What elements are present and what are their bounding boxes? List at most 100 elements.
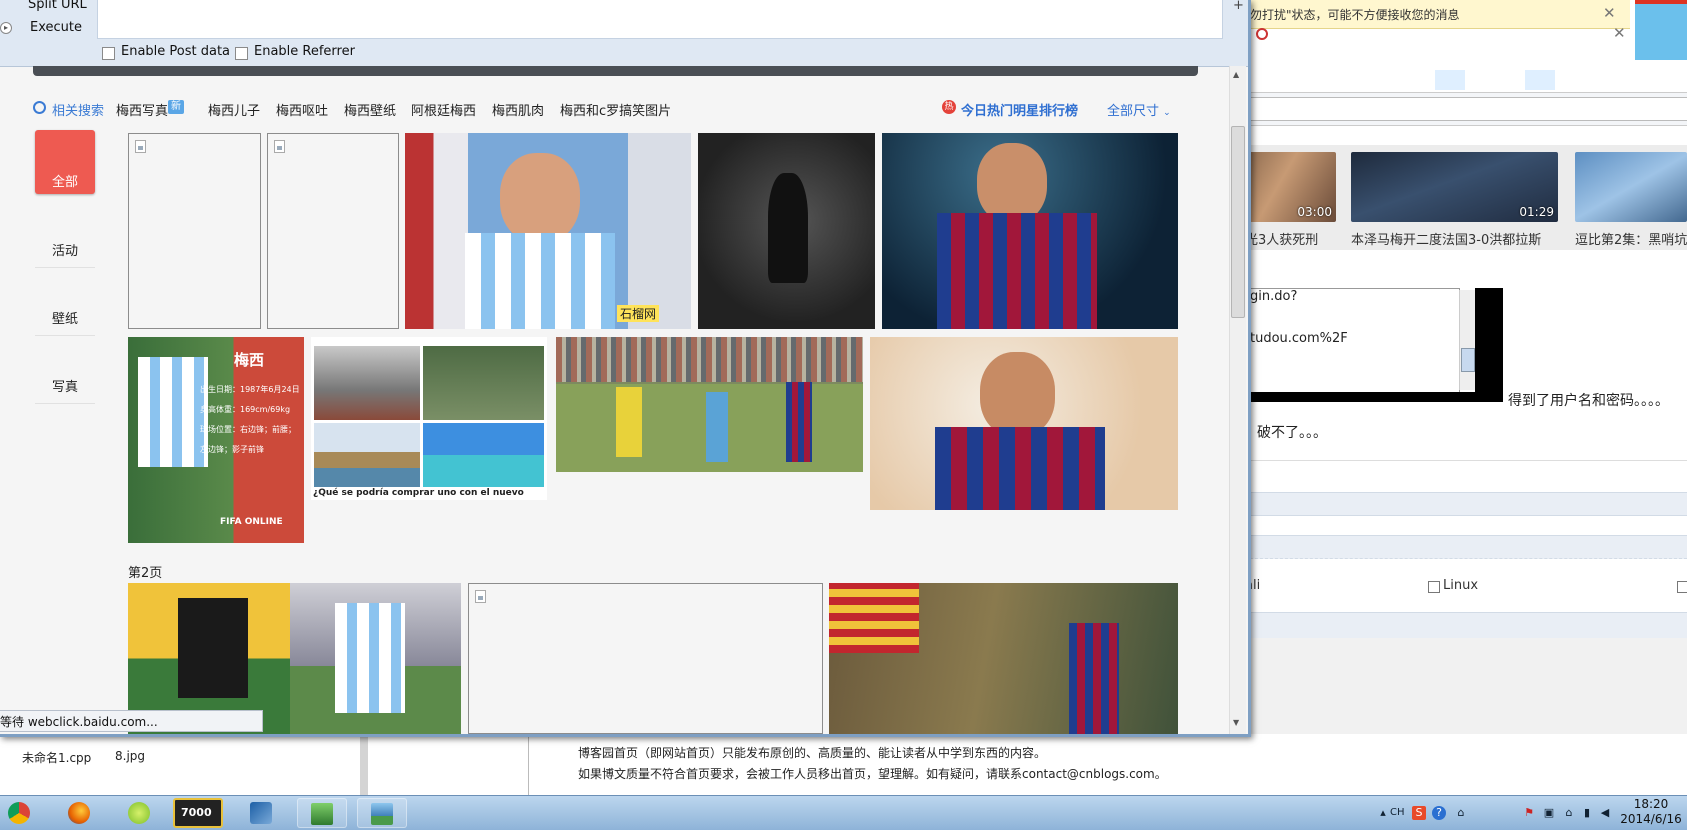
player-shape	[786, 382, 812, 462]
taskbar-monitor[interactable]	[297, 798, 347, 828]
related-link[interactable]: 梅西和c罗搞笑图片	[560, 100, 671, 119]
category-item[interactable]: 活动	[35, 240, 95, 268]
tray-device-icon[interactable]: ▣	[1542, 806, 1556, 820]
enable-post-checkbox[interactable]	[102, 47, 115, 60]
option-checkbox[interactable]	[1677, 581, 1687, 593]
video-thumbnail[interactable]: 03:00	[1245, 152, 1336, 222]
size-filter-dropdown[interactable]: 全部尺寸 ⌄	[1107, 100, 1171, 119]
image-thumbnail[interactable]: 石榴网	[405, 133, 691, 329]
related-link[interactable]: 梅西壁纸	[344, 100, 396, 119]
image-thumbnail[interactable]	[290, 583, 461, 734]
taskbar-chrome[interactable]	[0, 798, 45, 828]
related-link[interactable]: 梅西肌肉	[492, 100, 544, 119]
image-thumbnail[interactable]: 梅西 出生日期：1987年6月24日 身高体重：169cm/69kg 球场位置：…	[128, 337, 304, 543]
size-filter-label: 全部尺寸	[1107, 104, 1160, 119]
related-link[interactable]: 梅西呕吐	[276, 100, 328, 119]
collage-tile	[423, 423, 544, 487]
image-thumbnail[interactable]: ¿Qué se podría comprar uno con el nuevo	[311, 337, 547, 500]
help-icon[interactable]: ?	[1432, 806, 1446, 820]
taskbar-virtualbox[interactable]	[237, 798, 287, 828]
face-shape	[977, 143, 1047, 223]
clock-time: 18:20	[1633, 797, 1669, 811]
video-thumbnail[interactable]	[1575, 152, 1687, 222]
execute-icon[interactable]: ▸	[0, 22, 12, 34]
collage-tile	[314, 423, 420, 487]
status-bar: 等待 webclick.baidu.com...	[0, 710, 263, 732]
splitter[interactable]	[360, 734, 368, 795]
ime-icon[interactable]: S	[1412, 806, 1426, 820]
status-text: 等待 webclick.baidu.com...	[0, 715, 158, 729]
taskbar-firefox[interactable]	[55, 798, 105, 828]
split-url-button[interactable]: Split URL	[28, 0, 87, 12]
monitor-icon	[311, 803, 333, 825]
info-card-title: 梅西	[234, 351, 265, 369]
category-item[interactable]: 壁纸	[35, 308, 95, 336]
tray-flag-icon[interactable]: ⚑	[1522, 806, 1536, 820]
header-decoration	[1435, 70, 1575, 90]
search-icon	[33, 101, 46, 114]
info-line: 身高体重：169cm/69kg	[200, 405, 291, 414]
textbox-line: gin.do?	[1250, 289, 1298, 304]
side-panel	[378, 734, 529, 795]
linux-checkbox[interactable]	[1428, 581, 1440, 593]
video-caption[interactable]: 逗比第2集：黑哨坑	[1575, 229, 1687, 248]
post-text: 破不了。。。	[1257, 425, 1327, 441]
app-icon	[128, 802, 150, 824]
enable-referrer-label[interactable]: Enable Referrer	[254, 44, 355, 59]
face-shape	[500, 153, 580, 243]
volume-icon[interactable]: ◀	[1598, 806, 1612, 820]
image-thumbnail[interactable]	[556, 337, 863, 472]
file-label[interactable]: 8.jpg	[115, 749, 145, 763]
scroll-down-icon[interactable]: ▼	[1233, 718, 1239, 727]
chrome-icon	[8, 802, 30, 824]
info-card-brand: FIFA ONLINE	[220, 517, 283, 527]
category-item[interactable]: 写真	[35, 376, 95, 404]
image-thumbnail[interactable]	[882, 133, 1178, 329]
firefox-icon	[68, 802, 90, 824]
video-caption[interactable]: 本泽马梅开二度法国3-0洪都拉斯	[1351, 229, 1541, 248]
file-label[interactable]: 未命名1.cpp	[22, 749, 91, 766]
tray-tool-icon[interactable]: ⌂	[1454, 806, 1468, 820]
hackbar-panel: Split URL ▸ Execute + Enable Post data E…	[0, 0, 1248, 67]
scrollbar-thumb[interactable]	[1461, 348, 1475, 372]
system-clock[interactable]: 18:20 2014/6/16	[1615, 797, 1687, 827]
search-input[interactable]	[1245, 97, 1687, 121]
broken-image[interactable]	[267, 133, 399, 329]
url-textarea[interactable]	[97, 0, 1223, 39]
enable-referrer-checkbox[interactable]	[235, 47, 248, 60]
scroll-up-icon[interactable]: ▲	[1233, 70, 1239, 79]
category-all-button[interactable]: 全部	[35, 130, 95, 194]
taskbar-image-viewer[interactable]	[357, 798, 407, 828]
image-thumbnail[interactable]	[870, 337, 1178, 510]
video-caption[interactable]: 光3人获死刑	[1245, 229, 1318, 248]
network-icon[interactable]: ▮	[1580, 806, 1594, 820]
related-link[interactable]: 梅西写真	[116, 100, 168, 119]
close-icon[interactable]: ✕	[1603, 4, 1616, 22]
taskbar-7000[interactable]: 7000	[173, 798, 223, 828]
taskbar-app[interactable]	[115, 798, 165, 828]
info-card-lines: 出生日期：1987年6月24日 身高体重：169cm/69kg 球场位置：右边锋…	[200, 380, 300, 460]
background-window: 勿打扰"状态，可能不方便接收您的消息 ✕ ✕ 03:00 01:29 光3人获死…	[1245, 0, 1687, 795]
related-link[interactable]: 阿根廷梅西	[411, 100, 476, 119]
tray-tool-icon[interactable]: ⌂	[1562, 806, 1576, 820]
image-thumbnail[interactable]	[698, 133, 875, 329]
expand-button[interactable]: +	[1233, 0, 1244, 13]
category-label: 全部	[51, 175, 78, 190]
language-indicator[interactable]: CH	[1390, 806, 1405, 820]
execute-button[interactable]: Execute	[30, 20, 82, 35]
broken-image[interactable]	[468, 583, 823, 734]
app-7000-label: 7000	[181, 806, 212, 819]
hot-star-ranking-link[interactable]: 今日热门明星排行榜	[961, 100, 1078, 119]
image-thumbnail[interactable]	[829, 583, 1178, 734]
related-link[interactable]: 梅西儿子	[208, 100, 260, 119]
close-icon[interactable]: ✕	[1613, 24, 1626, 42]
broken-image[interactable]	[128, 133, 261, 329]
player-shape	[616, 387, 642, 457]
video-thumbnail[interactable]: 01:29	[1351, 152, 1558, 222]
textbox-scrollbar[interactable]	[1459, 290, 1476, 390]
tray-arrow-icon[interactable]: ▴	[1376, 806, 1390, 820]
jersey-shape	[335, 603, 405, 713]
enable-post-label[interactable]: Enable Post data	[121, 44, 230, 59]
related-search-title: 相关搜索	[52, 104, 105, 119]
scrollbar-thumb[interactable]	[1231, 126, 1245, 318]
